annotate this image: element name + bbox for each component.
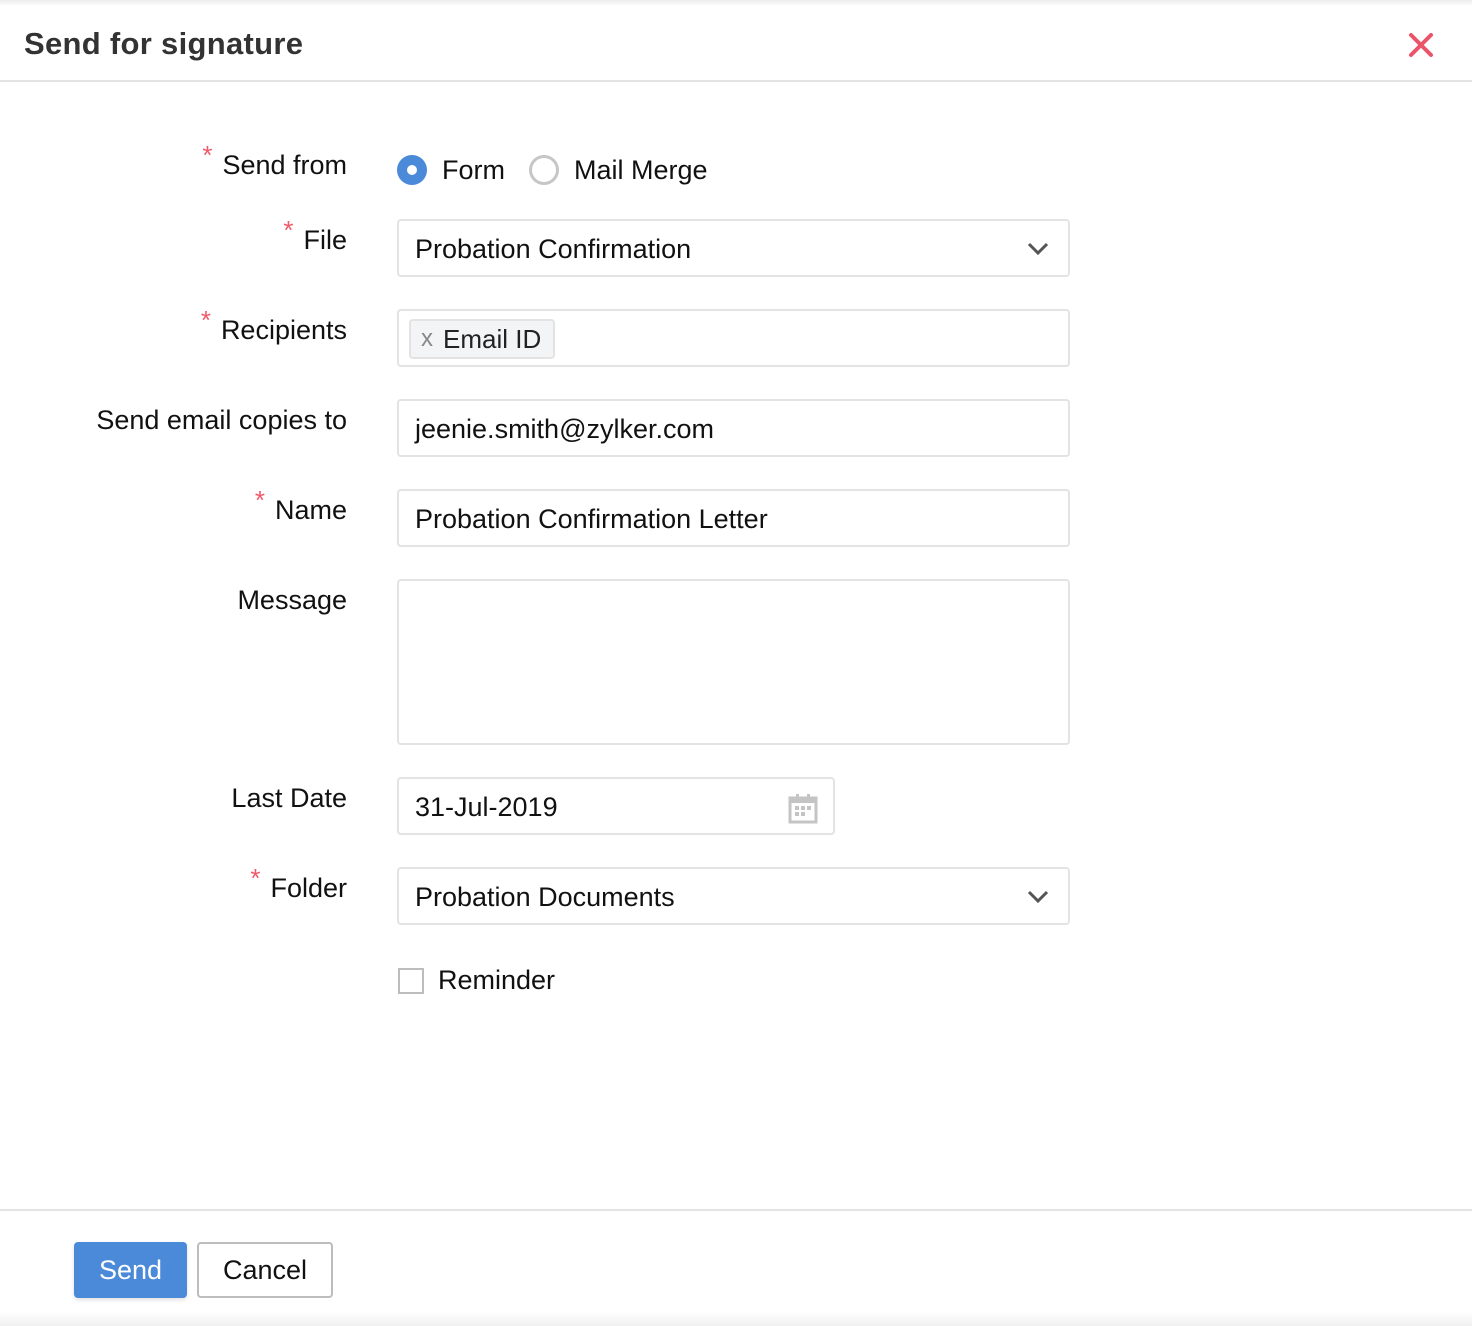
required-marker: *: [250, 863, 261, 893]
email-copies-value: jeenie.smith@zylker.com: [415, 414, 715, 444]
dialog-title: Send for signature: [24, 26, 304, 61]
required-marker: *: [283, 215, 294, 245]
required-marker: *: [254, 485, 265, 515]
name-value: Probation Confirmation Letter: [415, 504, 768, 534]
chevron-down-icon: [1027, 242, 1049, 256]
close-icon[interactable]: [1404, 28, 1438, 62]
bottom-shade: [0, 1312, 1472, 1326]
required-marker: *: [202, 140, 213, 170]
send-button[interactable]: Send: [74, 1242, 187, 1298]
radio-form-label[interactable]: Form: [442, 155, 505, 186]
recipients-label: * Recipients: [200, 305, 347, 345]
recipient-chip: x Email ID: [409, 319, 556, 359]
file-select-value: Probation Confirmation: [415, 234, 692, 264]
chevron-down-icon: [1027, 890, 1049, 904]
message-label: Message: [237, 585, 347, 615]
calendar-icon[interactable]: [787, 792, 819, 824]
footer-divider: [0, 1209, 1472, 1211]
chip-remove-icon[interactable]: x: [421, 325, 433, 353]
email-copies-label: Send email copies to: [96, 405, 347, 435]
reminder-checkbox[interactable]: [398, 968, 424, 994]
cancel-button[interactable]: Cancel: [197, 1242, 333, 1298]
dialog-header: Send for signature: [0, 6, 1472, 82]
radio-mail-merge[interactable]: [529, 155, 559, 185]
chip-label: Email ID: [443, 323, 542, 354]
radio-form[interactable]: [397, 155, 427, 185]
folder-label: * Folder: [250, 863, 347, 903]
radio-mail-merge-label[interactable]: Mail Merge: [574, 155, 708, 186]
recipients-input[interactable]: x Email ID: [397, 309, 1070, 367]
name-input[interactable]: Probation Confirmation Letter: [397, 489, 1070, 547]
message-textarea[interactable]: [397, 579, 1070, 745]
last-date-input[interactable]: 31-Jul-2019: [397, 777, 835, 835]
send-from-label: * Send from: [202, 140, 347, 180]
folder-select[interactable]: Probation Documents: [397, 867, 1070, 925]
email-copies-input[interactable]: jeenie.smith@zylker.com: [397, 399, 1070, 457]
file-label: * File: [283, 215, 347, 255]
file-select[interactable]: Probation Confirmation: [397, 219, 1070, 277]
required-marker: *: [200, 305, 211, 335]
last-date-label: Last Date: [231, 783, 347, 813]
reminder-label[interactable]: Reminder: [438, 965, 555, 996]
name-label: * Name: [254, 485, 347, 525]
last-date-value: 31-Jul-2019: [415, 792, 558, 822]
folder-select-value: Probation Documents: [415, 882, 675, 912]
